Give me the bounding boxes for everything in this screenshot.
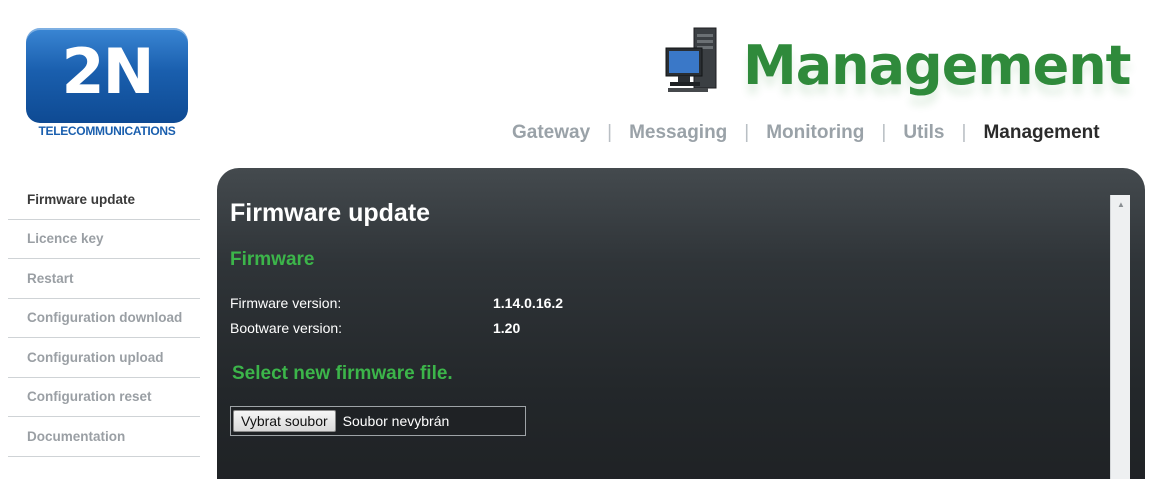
nav-separator: | xyxy=(881,122,887,143)
firmware-version-label: Firmware version: xyxy=(230,295,342,311)
sidebar-item-documentation[interactable]: Documentation xyxy=(8,417,200,457)
bootware-version-label: Bootware version: xyxy=(230,320,343,336)
sidebar-item-licence-key[interactable]: Licence key xyxy=(8,220,200,259)
sidebar-item-firmware-update[interactable]: Firmware update xyxy=(8,180,200,220)
nav-item-monitoring[interactable]: Monitoring xyxy=(766,122,864,144)
sidebar-item-configuration-download[interactable]: Configuration download xyxy=(8,299,200,338)
logo-subtitle: TELECOMMUNICATIONS xyxy=(38,124,176,138)
section-heading: Management xyxy=(743,34,1131,97)
bootware-version-value: 1.20 xyxy=(493,320,521,336)
nav-separator: | xyxy=(744,122,750,143)
top-navigation: Gateway | Messaging | Monitoring | Utils… xyxy=(512,120,1100,146)
logo-badge: 2N xyxy=(26,28,188,123)
sidebar-item-configuration-upload[interactable]: Configuration upload xyxy=(8,338,200,378)
choose-file-button[interactable]: Vybrat soubor xyxy=(233,410,336,432)
computer-icon xyxy=(665,27,717,92)
file-status-text: Soubor nevybrán xyxy=(342,413,450,429)
section-title-firmware: Firmware xyxy=(230,249,315,270)
page-title: Firmware update xyxy=(230,199,431,227)
firmware-file-input[interactable]: Vybrat soubor Soubor nevybrán xyxy=(230,406,526,436)
sidebar-item-configuration-reset[interactable]: Configuration reset xyxy=(8,378,200,417)
nav-separator: | xyxy=(961,122,967,143)
content-panel: Firmware update Firmware Firmware versio… xyxy=(217,168,1145,479)
brand-logo[interactable]: 2N TELECOMMUNICATIONS xyxy=(26,28,188,138)
sidebar-item-restart[interactable]: Restart xyxy=(8,259,200,299)
nav-item-management[interactable]: Management xyxy=(983,122,1099,144)
nav-separator: | xyxy=(607,122,613,143)
logo-mark: 2N xyxy=(61,35,154,108)
vertical-scrollbar[interactable]: ▲ xyxy=(1110,195,1130,479)
select-firmware-heading: Select new firmware file. xyxy=(232,363,453,384)
nav-item-gateway[interactable]: Gateway xyxy=(512,122,590,144)
nav-item-utils[interactable]: Utils xyxy=(903,122,944,144)
firmware-version-value: 1.14.0.16.2 xyxy=(493,295,564,311)
header: 2N TELECOMMUNICATIONS Management Gateway… xyxy=(0,0,1160,168)
scroll-up-icon[interactable]: ▲ xyxy=(1111,199,1131,211)
sidebar: Firmware update Licence key Restart Conf… xyxy=(8,180,200,479)
nav-item-messaging[interactable]: Messaging xyxy=(629,122,727,144)
